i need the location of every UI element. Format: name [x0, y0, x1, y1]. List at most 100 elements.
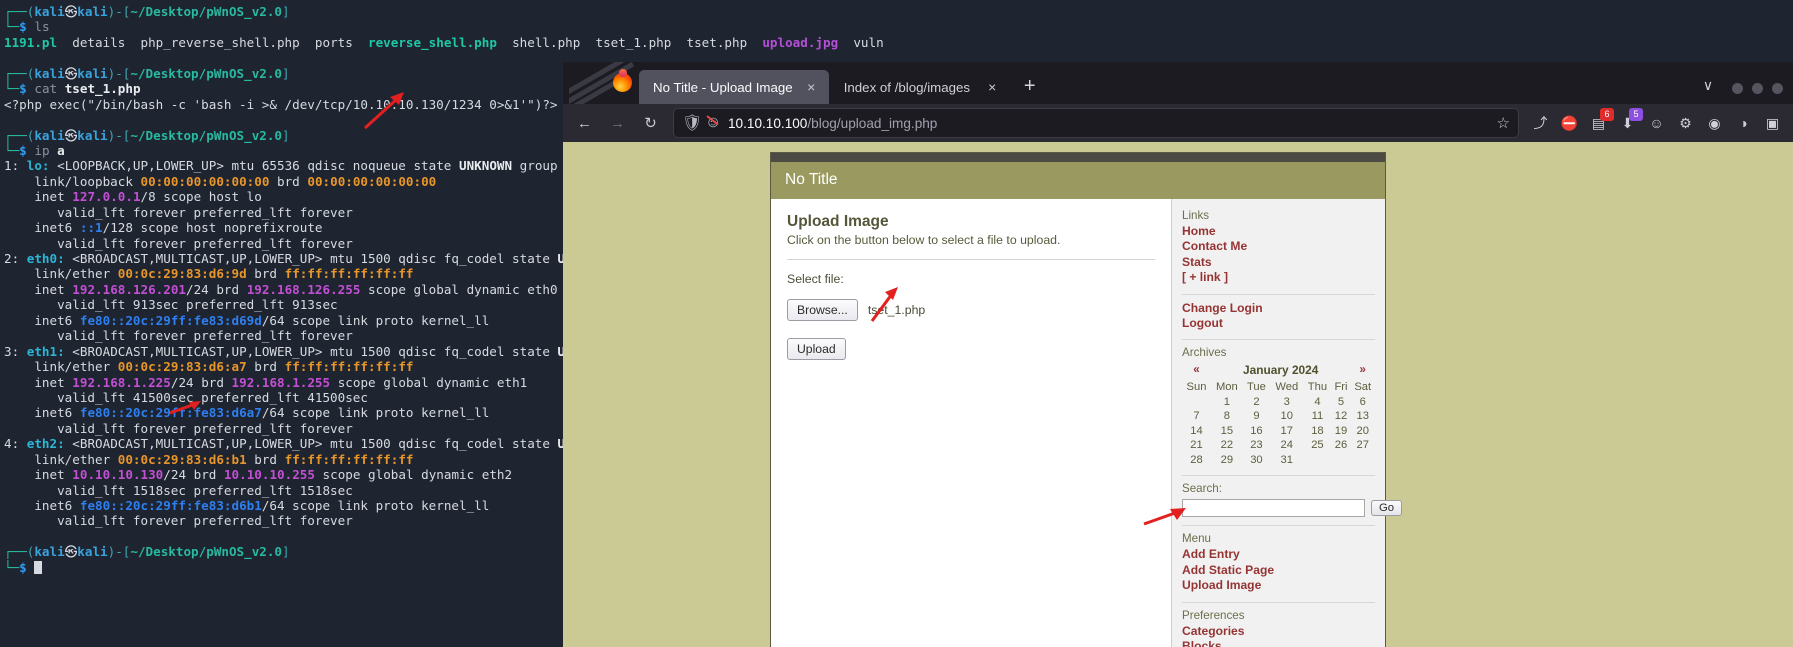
notification-badge: 6: [1600, 107, 1614, 121]
web-page-viewport: No Title Upload Image Click on the butto…: [563, 142, 1793, 647]
browser-tab[interactable]: No Title - Upload Image ×: [639, 70, 829, 104]
site-top-accent-bar: [771, 153, 1385, 162]
sidebar-link[interactable]: Stats: [1182, 255, 1375, 270]
minimize-button[interactable]: [1732, 83, 1743, 94]
calendar-day-cell[interactable]: 23: [1243, 438, 1270, 453]
calendar-day-cell[interactable]: 5: [1331, 394, 1350, 409]
calendar-week-row: 21 22 23 24 25 26 27: [1182, 438, 1375, 453]
browser-tab[interactable]: Index of /blog/images ×: [830, 70, 1010, 104]
sidebar-menu-link[interactable]: Add Static Page: [1182, 563, 1375, 578]
ublock-origin-icon[interactable]: ⛔: [1555, 109, 1584, 138]
sidebar-menu-link[interactable]: Add Entry: [1182, 547, 1375, 562]
calendar-day-cell[interactable]: 11: [1303, 409, 1331, 424]
calendar-weekday: Sat: [1354, 381, 1372, 394]
calendar-day-cell[interactable]: 8: [1211, 409, 1243, 424]
calendar-day-cell[interactable]: 29: [1211, 453, 1243, 468]
calendar-week-row: 123456: [1182, 394, 1375, 409]
browser-tab-label: No Title - Upload Image: [653, 79, 793, 95]
share-icon[interactable]: ⤴: [1526, 109, 1555, 138]
browse-button[interactable]: Browse...: [787, 299, 858, 321]
calendar-day-cell[interactable]: 19: [1331, 424, 1350, 439]
calendar-weekday: Sun: [1186, 381, 1207, 394]
close-tab-icon[interactable]: ×: [984, 79, 1001, 96]
calendar-day-cell[interactable]: 2: [1243, 394, 1270, 409]
back-button[interactable]: ←: [569, 108, 600, 139]
links-heading: Links: [1182, 209, 1210, 222]
account-icon[interactable]: ☺: [1642, 109, 1671, 138]
calendar-weekday: Thu: [1307, 381, 1328, 394]
calendar-day-cell[interactable]: 28: [1182, 453, 1211, 468]
calendar-day-cell[interactable]: 22: [1211, 438, 1243, 453]
calendar-day-cell[interactable]: 14: [1182, 424, 1211, 439]
permissions-blocked-icon[interactable]: ☺: [705, 114, 721, 132]
sidebar-menu-link[interactable]: Upload Image: [1182, 578, 1375, 593]
search-input[interactable]: [1182, 499, 1365, 518]
divider: [1182, 293, 1375, 295]
select-file-label: Select file:: [787, 272, 844, 286]
calendar-day-cell[interactable]: 16: [1243, 424, 1270, 439]
calendar-week-row: 28 29 30 31: [1182, 453, 1375, 468]
calendar-day-cell[interactable]: 4: [1303, 394, 1331, 409]
sidebar-preferences-link[interactable]: Categories: [1182, 624, 1375, 639]
divider: [1182, 339, 1375, 341]
calendar-day-cell: [1331, 453, 1350, 468]
sidebar-account-link[interactable]: Logout: [1182, 316, 1375, 331]
upload-button[interactable]: Upload: [787, 338, 846, 360]
calendar-next-button[interactable]: »: [1350, 361, 1375, 379]
forward-button[interactable]: →: [602, 108, 633, 139]
extensions-icon[interactable]: ⚙: [1671, 109, 1700, 138]
list-all-tabs-icon[interactable]: ∨: [1692, 70, 1724, 102]
calendar-day-cell[interactable]: 20: [1350, 424, 1375, 439]
cookie-editor-icon[interactable]: ▤ 6: [1584, 107, 1614, 138]
upload-image-heading: Upload Image: [787, 213, 889, 230]
close-tab-icon[interactable]: ×: [803, 79, 820, 96]
calendar-day-cell[interactable]: 15: [1211, 424, 1243, 439]
tracking-shield-icon[interactable]: 🛡: [682, 113, 702, 133]
firefox-window[interactable]: No Title - Upload Image × Index of /blog/i…: [563, 62, 1793, 647]
container-icon[interactable]: ▣: [1758, 109, 1787, 138]
reload-button[interactable]: ↻: [635, 108, 666, 139]
calendar-day-cell[interactable]: 31: [1270, 453, 1303, 468]
calendar-day-cell[interactable]: 6: [1350, 394, 1375, 409]
calendar-day-cell[interactable]: 18: [1303, 424, 1331, 439]
calendar-day-cell[interactable]: 24: [1270, 438, 1303, 453]
url-bar[interactable]: 🛡 ☺ 10.10.10.100/blog/upload_img.php ☆: [673, 108, 1519, 138]
divider: [1182, 601, 1375, 603]
close-button[interactable]: [1772, 83, 1783, 94]
url-text[interactable]: 10.10.10.100/blog/upload_img.php: [728, 116, 1490, 131]
calendar-day-cell[interactable]: 3: [1270, 394, 1303, 409]
new-tab-button[interactable]: +: [1015, 72, 1045, 102]
search-go-button[interactable]: Go: [1371, 500, 1403, 517]
url-host: 10.10.10.100: [728, 115, 808, 131]
sidebar-preferences-link[interactable]: Blocks: [1182, 639, 1375, 647]
calendar-day-cell[interactable]: 13: [1350, 409, 1375, 424]
bookmark-star-icon[interactable]: ☆: [1497, 114, 1512, 132]
calendar-day-cell[interactable]: 30: [1243, 453, 1270, 468]
calendar-day-cell[interactable]: 25: [1303, 438, 1331, 453]
calendar-day-cell[interactable]: 17: [1270, 424, 1303, 439]
palette-icon[interactable]: ◑: [1729, 109, 1758, 138]
calendar-day-cell[interactable]: 12: [1331, 409, 1350, 424]
shield-icon[interactable]: ◉: [1700, 109, 1729, 138]
calendar-day-cell[interactable]: 21: [1182, 438, 1211, 453]
sidebar-link[interactable]: Home: [1182, 224, 1375, 239]
sidebar-account-link[interactable]: Change Login: [1182, 301, 1375, 316]
calendar-day-cell[interactable]: 26: [1331, 438, 1350, 453]
calendar-day-cell[interactable]: 10: [1270, 409, 1303, 424]
calendar-prev-button[interactable]: «: [1182, 361, 1211, 379]
calendar-day-cell[interactable]: 27: [1350, 438, 1375, 453]
archives-calendar: «January 2024» Sun Mon Tue Wed Thu Fri Sat 1234…: [1182, 361, 1375, 467]
maximize-button[interactable]: [1752, 83, 1763, 94]
divider: [1182, 525, 1375, 527]
calendar-day-cell[interactable]: 7: [1182, 409, 1211, 424]
calendar-day-cell: [1303, 453, 1331, 468]
sidebar-link[interactable]: [ + link ]: [1182, 270, 1375, 285]
downloads-icon[interactable]: ⬇ 5: [1613, 107, 1643, 138]
calendar-week-row: 7 8 9 10 11 12 13: [1182, 409, 1375, 424]
calendar-weekday: Tue: [1246, 381, 1266, 394]
calendar-day-cell[interactable]: 9: [1243, 409, 1270, 424]
sidebar-link[interactable]: Contact Me: [1182, 239, 1375, 254]
firefox-logo: [569, 62, 639, 104]
calendar-day-cell[interactable]: 1: [1211, 394, 1243, 409]
calendar-weekday: Mon: [1215, 381, 1238, 394]
